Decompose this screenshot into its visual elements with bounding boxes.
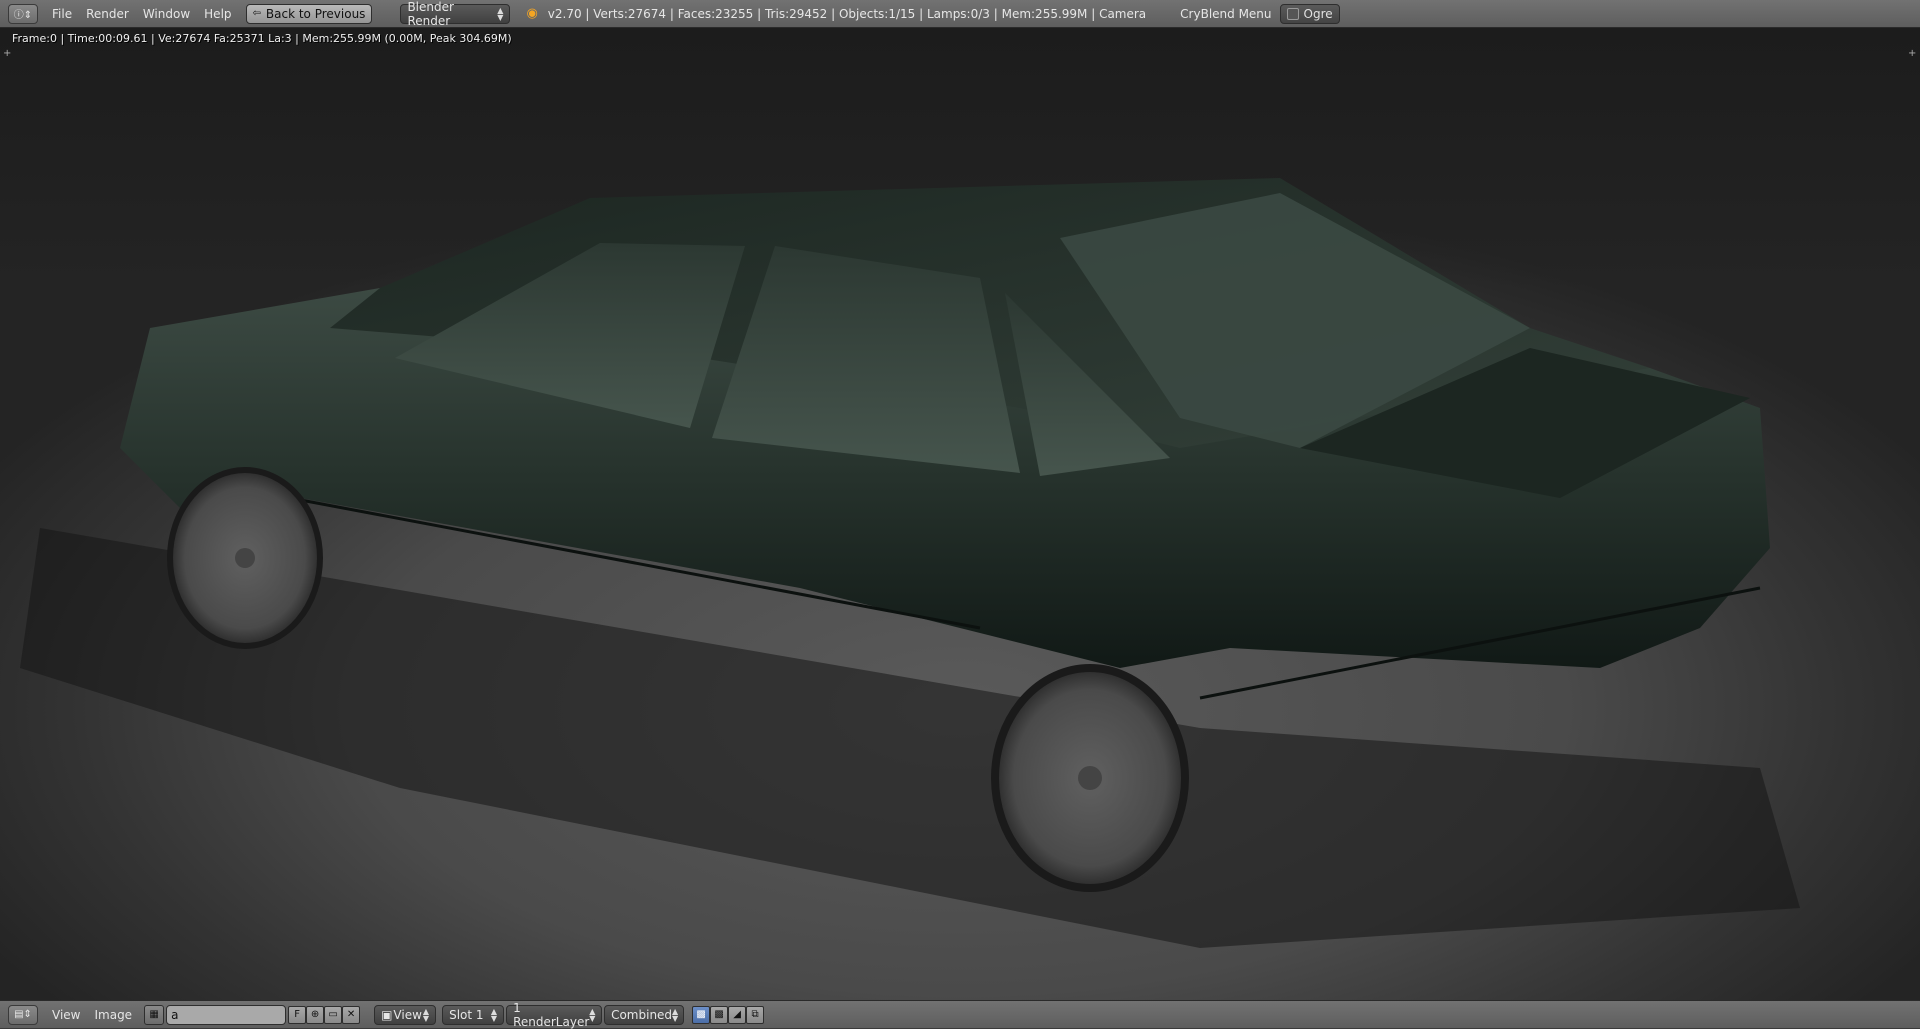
cryblend-menu[interactable]: CryBlend Menu bbox=[1180, 7, 1271, 21]
chevron-updown-icon: ▲ ▼ bbox=[422, 1006, 430, 1023]
browse-image-button[interactable]: ▦ bbox=[144, 1004, 165, 1025]
blender-logo-icon: ◉ bbox=[526, 6, 538, 21]
info-icon: ⓘ⇕ bbox=[13, 10, 33, 21]
menu-help[interactable]: Help bbox=[204, 7, 231, 21]
render-engine-select[interactable]: Blender Render ▲ ▼ bbox=[400, 0, 511, 28]
scene-stats: v2.70 | Verts:27674 | Faces:23255 | Tris… bbox=[547, 6, 1147, 21]
image-name-field[interactable]: a bbox=[166, 1004, 287, 1025]
render-pass-select[interactable]: Combined ▲ ▼ bbox=[604, 1004, 685, 1025]
menu-file[interactable]: File bbox=[52, 7, 72, 21]
slot-select[interactable]: Slot 1 ▲ ▼ bbox=[442, 1004, 505, 1025]
close-icon: ✕ bbox=[346, 1009, 356, 1020]
checker-icon: ▩ bbox=[696, 1009, 706, 1020]
folder-icon: ▭ bbox=[328, 1009, 338, 1020]
editor-type-selector[interactable]: ▤⇕ bbox=[8, 1004, 38, 1025]
open-image-button[interactable]: ▭ bbox=[324, 1005, 343, 1024]
editor-type-selector[interactable]: ⓘ⇕ bbox=[8, 3, 38, 24]
image-editor-icon: ▤⇕ bbox=[14, 1009, 32, 1020]
checkbox-icon bbox=[1286, 7, 1299, 20]
info-header: ⓘ⇕ File Render Window Help ⇦ Back to Pre… bbox=[0, 0, 1920, 28]
image-icon: ▦ bbox=[149, 1009, 159, 1020]
chevron-updown-icon: ▲ ▼ bbox=[497, 5, 504, 22]
view-icon: ▣ bbox=[381, 1007, 393, 1022]
render-viewport[interactable]: Frame:0 | Time:00:09.61 | Ve:27674 Fa:25… bbox=[0, 28, 1920, 1000]
z-buffer-button[interactable]: ◢ bbox=[728, 1005, 747, 1024]
fake-user-button[interactable]: F bbox=[288, 1005, 307, 1024]
menu-render[interactable]: Render bbox=[86, 7, 129, 21]
color-alpha-button[interactable]: ▩ bbox=[692, 1005, 711, 1024]
new-image-button[interactable]: ⊕ bbox=[306, 1005, 325, 1024]
plus-icon: ⊕ bbox=[310, 1009, 320, 1020]
menu-window[interactable]: Window bbox=[143, 7, 190, 21]
unlink-image-button[interactable]: ✕ bbox=[342, 1005, 361, 1024]
chevron-updown-icon: ▲ ▼ bbox=[490, 1006, 498, 1023]
car-render bbox=[20, 178, 1800, 948]
chevron-updown-icon: ▲ ▼ bbox=[672, 1006, 679, 1023]
back-to-previous-button[interactable]: ⇦ Back to Previous bbox=[245, 3, 373, 24]
ogre-button[interactable]: Ogre bbox=[1279, 3, 1340, 24]
alpha-button[interactable]: ▩ bbox=[710, 1005, 729, 1024]
image-editor-header: ▤⇕ View Image ▦ a F ⊕ ▭ ✕ ▣ View ▲ ▼ Slot… bbox=[0, 1000, 1920, 1029]
copy-icon: ⧉ bbox=[751, 1009, 759, 1020]
chevron-updown-icon: ▲ ▼ bbox=[589, 1006, 596, 1023]
copy-render-button[interactable]: ⧉ bbox=[746, 1005, 765, 1024]
menu-view[interactable]: View bbox=[52, 1008, 80, 1022]
back-icon: ⇦ bbox=[252, 8, 261, 19]
menu-image[interactable]: Image bbox=[94, 1008, 132, 1022]
checker-icon: ▩ bbox=[714, 1009, 724, 1020]
view-mode-select[interactable]: ▣ View ▲ ▼ bbox=[374, 1004, 437, 1025]
gradient-icon: ◢ bbox=[733, 1009, 741, 1020]
render-layer-select[interactable]: 1 RenderLayer ▲ ▼ bbox=[506, 1001, 603, 1029]
